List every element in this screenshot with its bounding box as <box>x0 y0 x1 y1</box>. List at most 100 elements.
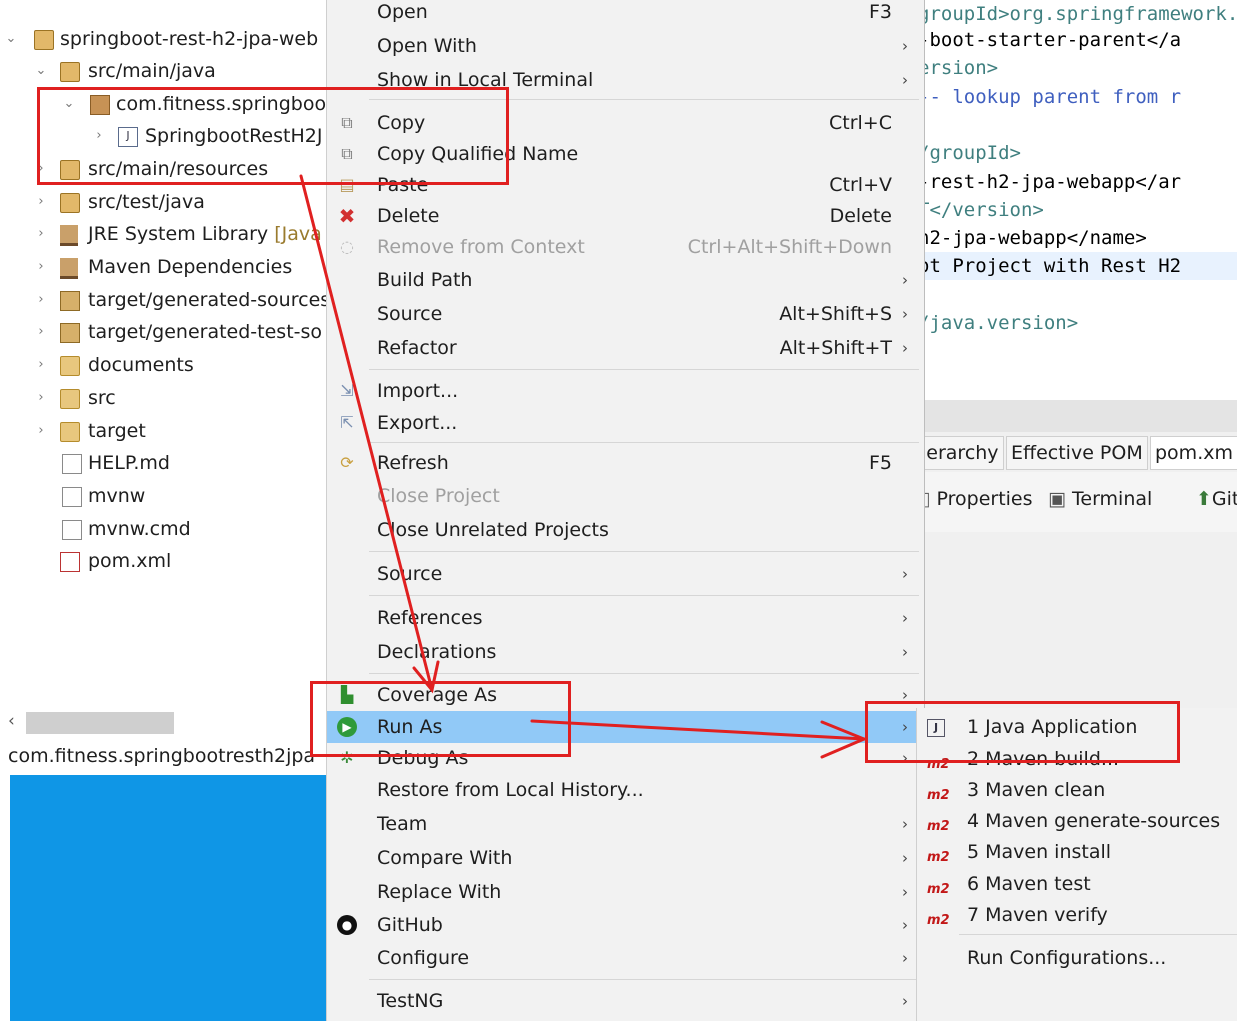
chevron-right-icon[interactable]: › <box>34 285 48 315</box>
menu-item-show-in-terminal[interactable]: Show in Local Terminal › <box>327 64 924 96</box>
menu-item-copy[interactable]: ⧉ Copy Ctrl+C <box>327 107 924 139</box>
menu-item-source[interactable]: Source Alt+Shift+S › <box>327 298 924 330</box>
submenu-arrow-icon: › <box>902 305 908 323</box>
tree-item-label: target <box>88 420 146 442</box>
menu-item-coverage-as[interactable]: ▙ Coverage As › <box>327 679 924 711</box>
submenu-arrow-icon: › <box>902 916 908 934</box>
menu-item-build-path[interactable]: Build Path › <box>327 264 924 296</box>
menu-separator <box>369 979 919 980</box>
tree-item-label: JRE System Library <box>88 223 269 245</box>
submenu-arrow-icon: › <box>902 992 908 1010</box>
submenu-arrow-icon: › <box>902 949 908 967</box>
horizontal-scrollbar[interactable] <box>26 712 174 734</box>
menu-item-refactor[interactable]: Refactor Alt+Shift+T › <box>327 332 924 364</box>
tab-effective-pom[interactable]: Effective POM <box>1006 436 1148 470</box>
tree-item-label: SpringbootRestH2J <box>145 125 323 147</box>
editor-scrollbar[interactable] <box>918 400 1237 432</box>
menu-item-team[interactable]: Team › <box>327 808 924 840</box>
tree-item-label: mvnw.cmd <box>88 518 191 540</box>
debug-icon: ✲ <box>340 748 354 767</box>
menu-item-compare-with[interactable]: Compare With › <box>327 842 924 874</box>
submenu-arrow-icon: › <box>902 37 908 55</box>
view-terminal[interactable]: ▣ Terminal <box>1048 484 1152 514</box>
submenu-arrow-icon: › <box>902 849 908 867</box>
chevron-right-icon[interactable]: › <box>34 416 48 446</box>
menu-item-replace-with[interactable]: Replace With › <box>327 876 924 908</box>
menu-separator <box>369 99 919 100</box>
menu-item-declarations[interactable]: Declarations › <box>327 636 924 668</box>
submenu-item-java-application[interactable]: J 1 Java Application <box>917 711 1237 743</box>
menu-item-testng[interactable]: TestNG › <box>327 985 924 1017</box>
chevron-right-icon[interactable]: › <box>92 121 106 151</box>
menu-item-github[interactable]: ● GitHub › <box>327 909 924 941</box>
editor-line: -- lookup parent from r <box>918 86 1182 108</box>
scroll-left-icon[interactable]: ‹ <box>8 711 15 731</box>
package-icon <box>90 95 110 115</box>
tree-item-decoration: [Java <box>274 223 322 245</box>
delete-icon: ✖ <box>338 204 356 228</box>
tab-hierarchy[interactable]: ierarchy <box>916 436 1004 470</box>
menu-item-open[interactable]: Open F3 <box>327 0 924 28</box>
submenu-item-maven-generate-sources[interactable]: m2 4 Maven generate-sources <box>917 805 1237 837</box>
folder-icon <box>60 422 80 442</box>
menu-item-copy-qualified-name[interactable]: ⧉ Copy Qualified Name <box>327 138 924 170</box>
tab-pom-xml[interactable]: pom.xm <box>1150 436 1237 470</box>
submenu-item-run-configurations[interactable]: Run Configurations... <box>917 942 1237 974</box>
menu-item-run-as[interactable]: ▶ Run As › <box>327 711 924 743</box>
submenu-item-maven-verify[interactable]: m2 7 Maven verify <box>917 899 1237 931</box>
terminal-icon: ▣ <box>1048 488 1072 510</box>
chevron-right-icon[interactable]: › <box>34 383 48 413</box>
chevron-down-icon[interactable]: ⌄ <box>4 24 18 54</box>
submenu-item-maven-test[interactable]: m2 6 Maven test <box>917 868 1237 900</box>
menu-item-import[interactable]: ⇲ Import... <box>327 375 924 407</box>
submenu-arrow-icon: › <box>902 686 908 704</box>
status-package-path: com.fitness.springbootresth2jpa <box>8 745 316 767</box>
menu-item-restore-local-history[interactable]: Restore from Local History... <box>327 774 924 806</box>
submenu-arrow-icon: › <box>902 643 908 661</box>
submenu-item-maven-install[interactable]: m2 5 Maven install <box>917 836 1237 868</box>
chevron-right-icon[interactable]: › <box>34 154 48 184</box>
menu-separator <box>369 595 919 596</box>
chevron-down-icon[interactable]: ⌄ <box>62 89 76 119</box>
tree-item-label: target/generated-sources <box>88 289 331 311</box>
menu-item-refresh[interactable]: ⟳ Refresh F5 <box>327 447 924 479</box>
menu-item-delete[interactable]: ✖ Delete Delete <box>327 200 924 232</box>
view-properties[interactable]: ▯ Properties <box>920 484 1033 514</box>
submenu-arrow-icon: › <box>902 271 908 289</box>
view-git[interactable]: ⬆Git <box>1196 484 1237 514</box>
tree-item-label: src/main/java <box>88 60 216 82</box>
submenu-item-maven-clean[interactable]: m2 3 Maven clean <box>917 774 1237 806</box>
pom-file-icon <box>60 552 80 572</box>
binary-file-icon <box>62 487 82 507</box>
menu-item-close-unrelated-projects[interactable]: Close Unrelated Projects <box>327 514 924 546</box>
tree-item-label: pom.xml <box>88 550 172 572</box>
chevron-right-icon[interactable]: › <box>34 252 48 282</box>
menu-item-close-project: Close Project <box>377 485 500 507</box>
menu-item-open-with[interactable]: Open With › <box>327 30 924 62</box>
chevron-right-icon[interactable]: › <box>34 317 48 347</box>
paste-icon: ▤ <box>339 175 355 194</box>
menu-item-configure[interactable]: Configure › <box>327 942 924 974</box>
maven-project-icon <box>34 30 54 50</box>
editor-line: /groupId> <box>918 142 1021 164</box>
menu-item-source-submenu[interactable]: Source › <box>327 558 924 590</box>
chevron-right-icon[interactable]: › <box>34 187 48 217</box>
submenu-arrow-icon: › <box>902 815 908 833</box>
menu-item-paste[interactable]: ▤ Paste Ctrl+V <box>327 169 924 201</box>
project-explorer: ⌄ springboot-rest-h2-jpa-web ⌄ src/main/… <box>0 0 330 705</box>
run-as-submenu: J 1 Java Application m2 2 Maven build...… <box>916 708 1237 1021</box>
menu-item-debug-as[interactable]: ✲ Debug As › <box>327 742 924 774</box>
generated-folder-icon <box>60 323 80 343</box>
editor-line: groupId>org.springframework.boot</groupI… <box>918 3 1237 25</box>
tree-item-label: com.fitness.springboo <box>116 93 327 115</box>
menu-separator <box>369 442 919 443</box>
tree-item-label: src/main/resources <box>88 158 269 180</box>
source-folder-icon <box>60 193 80 213</box>
java-file-icon: J <box>118 127 138 147</box>
chevron-down-icon[interactable]: ⌄ <box>34 56 48 86</box>
menu-item-references[interactable]: References › <box>327 602 924 634</box>
submenu-item-maven-build[interactable]: m2 2 Maven build... <box>917 743 1237 775</box>
chevron-right-icon[interactable]: › <box>34 350 48 380</box>
chevron-right-icon[interactable]: › <box>34 219 48 249</box>
menu-item-export[interactable]: ⇱ Export... <box>327 407 924 439</box>
